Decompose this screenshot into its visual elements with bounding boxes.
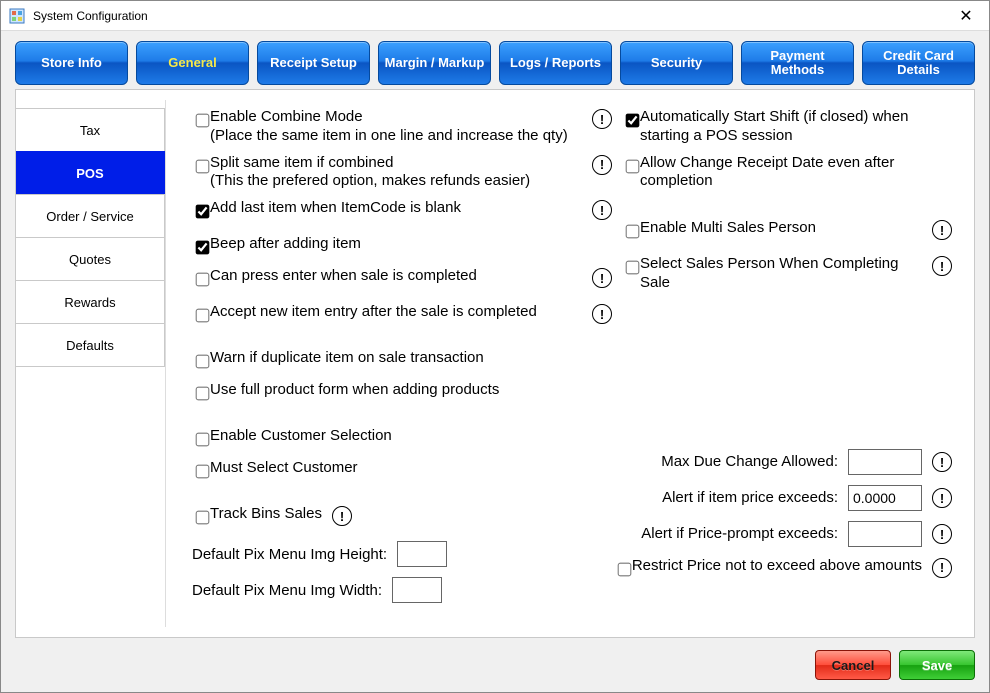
pos-settings-form: Enable Combine Mode (Place the same item…: [166, 90, 974, 637]
sidenav-item-defaults[interactable]: Defaults: [16, 323, 165, 367]
close-button[interactable]: ✕: [943, 1, 989, 30]
label-accept-new: Accept new item entry after the sale is …: [210, 303, 582, 322]
info-icon[interactable]: !: [932, 558, 952, 578]
info-icon[interactable]: !: [932, 488, 952, 508]
label-warn-dup: Warn if duplicate item on sale transacti…: [210, 349, 612, 368]
label-alert-item: Alert if item price exceeds:: [622, 489, 838, 506]
checkbox-accept-new[interactable]: [196, 309, 210, 323]
input-max-due[interactable]: [848, 449, 922, 475]
tab-payment-methods[interactable]: Payment Methods: [741, 41, 854, 85]
label-add-last: Add last item when ItemCode is blank: [210, 199, 582, 218]
sidenav-item-order-service[interactable]: Order / Service: [16, 194, 165, 238]
info-icon[interactable]: !: [932, 452, 952, 472]
label-enable-cust: Enable Customer Selection: [210, 427, 612, 446]
sidenav-item-pos[interactable]: POS: [16, 151, 165, 195]
checkbox-press-enter[interactable]: [196, 273, 210, 287]
content-panel: Tax POS Order / Service Quotes Rewards D…: [15, 89, 975, 638]
label-track-bins: Track Bins Sales: [210, 505, 322, 524]
tab-store-info[interactable]: Store Info: [15, 41, 128, 85]
checkbox-allow-change-date[interactable]: [626, 159, 640, 173]
info-icon[interactable]: !: [592, 109, 612, 129]
checkbox-restrict-price[interactable]: [618, 562, 632, 576]
checkbox-track-bins[interactable]: [196, 511, 210, 525]
info-icon[interactable]: !: [592, 268, 612, 288]
top-tabs: Store Info General Receipt Setup Margin …: [1, 31, 989, 89]
label-auto-shift: Automatically Start Shift (if closed) wh…: [640, 108, 952, 146]
checkbox-enable-combine[interactable]: [196, 114, 210, 128]
info-icon[interactable]: !: [332, 506, 352, 526]
checkbox-must-cust[interactable]: [196, 465, 210, 479]
label-enable-combine: Enable Combine Mode (Place the same item…: [210, 108, 582, 146]
checkbox-split-same[interactable]: [196, 159, 210, 173]
label-beep: Beep after adding item: [210, 235, 612, 254]
input-alert-prompt[interactable]: [848, 521, 922, 547]
tab-margin-markup[interactable]: Margin / Markup: [378, 41, 491, 85]
window-title: System Configuration: [33, 9, 943, 23]
tab-credit-card-details[interactable]: Credit Card Details: [862, 41, 975, 85]
sidenav-item-quotes[interactable]: Quotes: [16, 237, 165, 281]
save-button[interactable]: Save: [899, 650, 975, 680]
cancel-button[interactable]: Cancel: [815, 650, 891, 680]
close-icon: ✕: [959, 6, 972, 26]
label-allow-change-date: Allow Change Receipt Date even after com…: [640, 154, 952, 192]
label-pix-width: Default Pix Menu Img Width:: [192, 582, 382, 599]
left-column: Enable Combine Mode (Place the same item…: [192, 108, 612, 613]
system-configuration-window: System Configuration ✕ Store Info Genera…: [0, 0, 990, 693]
titlebar: System Configuration ✕: [1, 1, 989, 31]
checkbox-use-full[interactable]: [196, 387, 210, 401]
label-enable-combine-sub: (Place the same item in one line and inc…: [210, 127, 582, 146]
label-split-same: Split same item if combined (This the pr…: [210, 154, 582, 192]
input-alert-item[interactable]: [848, 485, 922, 511]
sidenav-item-rewards[interactable]: Rewards: [16, 280, 165, 324]
label-split-same-main: Split same item if combined: [210, 154, 582, 173]
content-wrap: Tax POS Order / Service Quotes Rewards D…: [1, 89, 989, 642]
info-icon[interactable]: !: [592, 200, 612, 220]
tab-receipt-setup[interactable]: Receipt Setup: [257, 41, 370, 85]
sidenav-item-tax[interactable]: Tax: [16, 108, 165, 152]
label-split-same-sub: (This the prefered option, makes refunds…: [210, 172, 582, 191]
tab-logs-reports[interactable]: Logs / Reports: [499, 41, 612, 85]
info-icon[interactable]: !: [932, 524, 952, 544]
label-max-due: Max Due Change Allowed:: [622, 453, 838, 470]
checkbox-warn-dup[interactable]: [196, 355, 210, 369]
checkbox-beep[interactable]: [196, 241, 210, 255]
info-icon[interactable]: !: [592, 155, 612, 175]
input-pix-width[interactable]: [392, 577, 442, 603]
label-use-full: Use full product form when adding produc…: [210, 381, 612, 400]
tab-security[interactable]: Security: [620, 41, 733, 85]
label-must-cust: Must Select Customer: [210, 459, 612, 478]
label-pix-height: Default Pix Menu Img Height:: [192, 546, 387, 563]
label-alert-prompt: Alert if Price-prompt exceeds:: [622, 525, 838, 542]
info-icon[interactable]: !: [592, 304, 612, 324]
checkbox-add-last[interactable]: [196, 205, 210, 219]
checkbox-select-sp-complete[interactable]: [626, 261, 640, 275]
cancel-button-label: Cancel: [832, 658, 875, 673]
label-enable-combine-main: Enable Combine Mode: [210, 108, 582, 127]
sidenav: Tax POS Order / Service Quotes Rewards D…: [16, 100, 166, 627]
app-icon: [9, 8, 25, 24]
checkbox-enable-cust[interactable]: [196, 433, 210, 447]
label-restrict-price: Restrict Price not to exceed above amoun…: [632, 557, 922, 576]
label-select-sp-complete: Select Sales Person When Completing Sale: [640, 255, 922, 293]
label-enable-multi-sp: Enable Multi Sales Person: [640, 219, 922, 238]
tab-general[interactable]: General: [136, 41, 249, 85]
checkbox-enable-multi-sp[interactable]: [626, 225, 640, 239]
info-icon[interactable]: !: [932, 220, 952, 240]
save-button-label: Save: [922, 658, 952, 673]
right-column: Automatically Start Shift (if closed) wh…: [622, 108, 952, 593]
footer: Cancel Save: [1, 642, 989, 692]
label-press-enter: Can press enter when sale is completed: [210, 267, 582, 286]
info-icon[interactable]: !: [932, 256, 952, 276]
input-pix-height[interactable]: [397, 541, 447, 567]
checkbox-auto-shift[interactable]: [626, 114, 640, 128]
